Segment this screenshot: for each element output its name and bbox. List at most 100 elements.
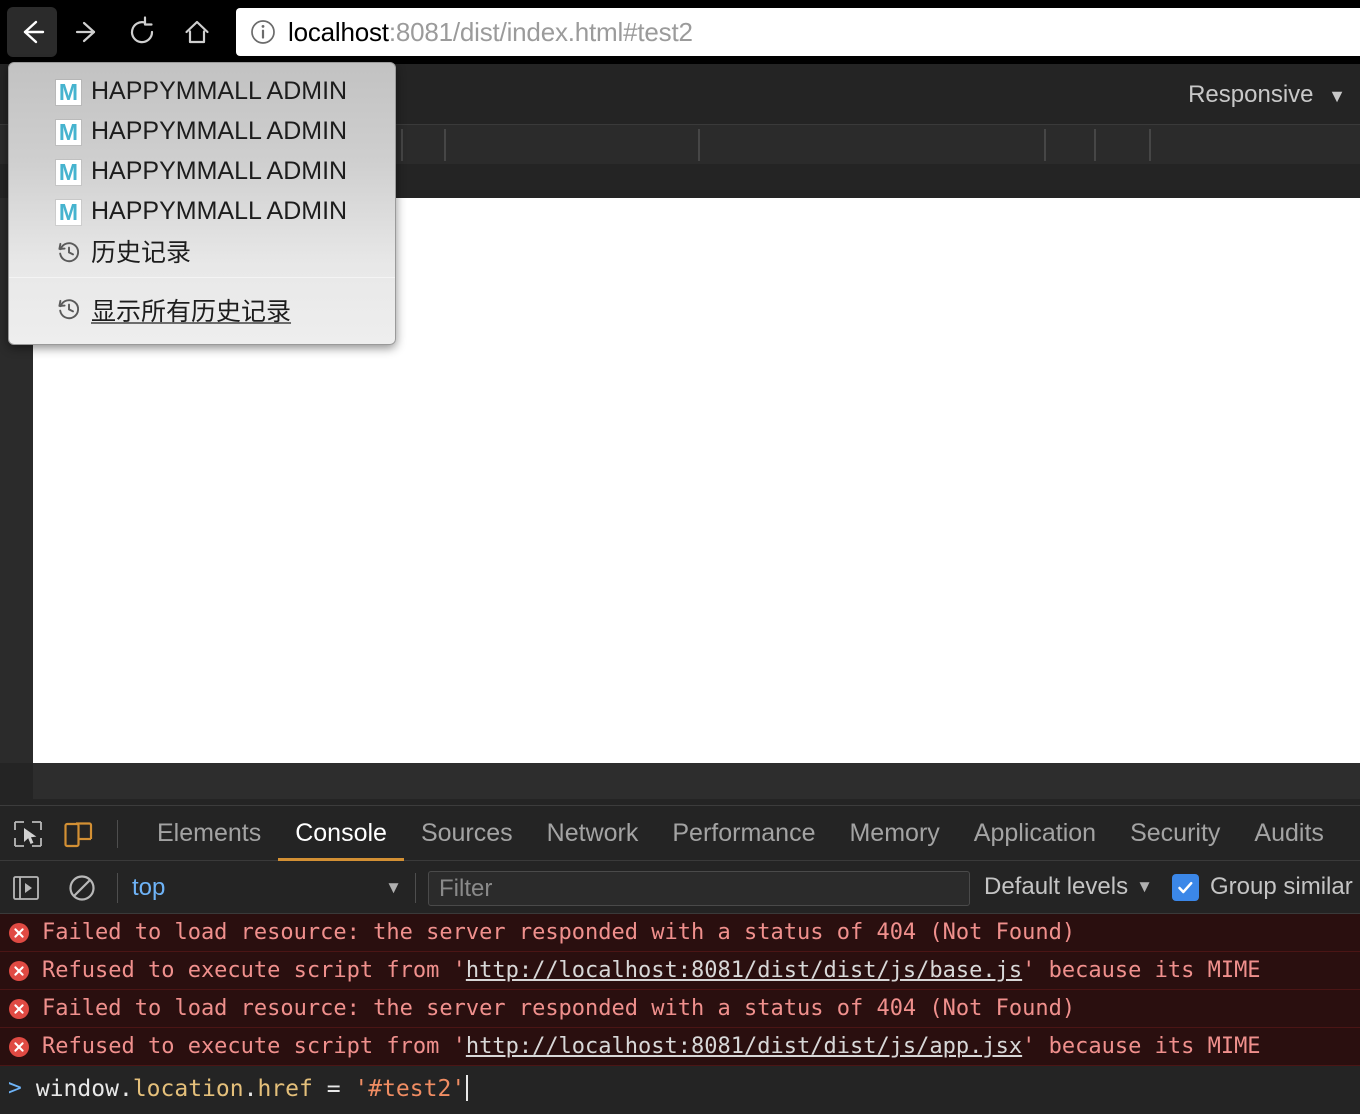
history-menu-item-label: HAPPYMMALL ADMIN [91, 196, 348, 225]
group-similar-toggle[interactable]: Group similar [1172, 873, 1353, 901]
show-all-history-label: 显示所有历史记录 [91, 298, 292, 326]
reload-button[interactable] [117, 7, 167, 57]
execute-snippet-icon[interactable] [12, 874, 42, 902]
tab-elements[interactable]: Elements [140, 806, 278, 861]
console-filter-placeholder: Filter [439, 874, 493, 902]
console-message-error[interactable]: Failed to load resource: the server resp… [0, 990, 1360, 1028]
prompt-token: . [243, 1075, 258, 1102]
prompt-token: . [118, 1075, 133, 1102]
history-menu-item[interactable]: M HAPPYMMALL ADMIN [9, 111, 395, 151]
console-message-error[interactable]: Refused to execute script from 'http://l… [0, 1028, 1360, 1066]
text-cursor [466, 1074, 469, 1101]
history-clock-icon [58, 242, 80, 263]
clear-console-icon[interactable] [67, 873, 97, 903]
favicon-letter: M [58, 159, 79, 185]
chevron-down-icon: ▼ [1136, 877, 1153, 896]
url-host: localhost [288, 16, 389, 47]
tab-application[interactable]: Application [957, 806, 1113, 861]
console-message-text: Failed to load resource: the server resp… [42, 996, 1076, 1021]
toolbar-divider [117, 820, 118, 848]
viewport-resize-handle[interactable] [33, 763, 1360, 799]
console-message-text: Failed to load resource: the server resp… [42, 920, 1076, 945]
url-path: :8081/dist/index.html#test2 [388, 16, 693, 47]
chevron-down-icon: ▼ [385, 878, 402, 897]
prompt-token: location [132, 1075, 244, 1102]
back-button-history-menu[interactable]: M HAPPYMMALL ADMIN M HAPPYMMALL ADMIN M HAPPY… [8, 62, 396, 345]
message-prefix: Refused to execute script from ' [42, 958, 466, 983]
history-menu-item-label: HAPPYMMALL ADMIN [91, 156, 348, 185]
history-menu-items: M HAPPYMMALL ADMIN M HAPPYMMALL ADMIN M HAPPY… [9, 71, 395, 271]
tab-security[interactable]: Security [1113, 806, 1237, 861]
prompt-token: window [35, 1075, 119, 1102]
checkmark-icon [1178, 881, 1193, 893]
history-menu-item[interactable]: M HAPPYMMALL ADMIN [9, 71, 395, 111]
happymmall-favicon: M [56, 200, 81, 225]
happymmall-favicon: M [56, 160, 81, 185]
message-source-link[interactable]: http://localhost:8081/dist/dist/js/base.… [466, 958, 1022, 983]
tab-audits[interactable]: Audits [1237, 806, 1340, 861]
history-menu-item[interactable]: M HAPPYMMALL ADMIN [9, 151, 395, 191]
arrow-right-icon [75, 21, 96, 43]
viewport-bottom-strip [0, 763, 1360, 805]
history-menu-item-label: HAPPYMMALL ADMIN [91, 116, 348, 145]
show-all-history-item[interactable]: 显示所有历史记录 [9, 288, 395, 332]
console-message-error[interactable]: Failed to load resource: the server resp… [0, 914, 1360, 952]
message-prefix: Refused to execute script from ' [42, 1034, 466, 1059]
chevron-down-icon: ▼ [1328, 86, 1346, 106]
toolbar-divider [444, 129, 446, 161]
tab-network[interactable]: Network [530, 806, 656, 861]
device-toolbar-icon[interactable] [63, 819, 93, 849]
forward-button[interactable] [62, 7, 112, 57]
execution-context-value: top [132, 874, 166, 901]
device-selector[interactable]: Responsive ▼ [1188, 81, 1346, 109]
home-button[interactable] [172, 7, 222, 57]
message-source-link[interactable]: http://localhost:8081/dist/dist/js/app.j… [466, 1034, 1022, 1059]
message-suffix: ' because its MIME [1022, 958, 1261, 983]
inspect-cursor-icon[interactable] [13, 820, 43, 848]
address-bar[interactable]: localhost:8081/dist/index.html#test2 [236, 8, 1360, 56]
back-button[interactable] [7, 7, 57, 57]
tab-memory[interactable]: Memory [832, 806, 956, 861]
devtools-tabbar: Elements Console Sources Network Performance… [0, 806, 1360, 861]
history-menu-item-history[interactable]: 历史记录 [9, 231, 395, 271]
favicon-letter: M [58, 199, 79, 225]
prompt-token: href [257, 1075, 313, 1102]
error-circle-icon [9, 960, 29, 981]
toolbar-divider [1044, 129, 1046, 161]
history-menu-footer: 显示所有历史记录 [9, 278, 395, 344]
happymmall-favicon: M [56, 120, 81, 145]
history-menu-item[interactable]: M HAPPYMMALL ADMIN [9, 191, 395, 231]
log-levels-selector[interactable]: Default levels ▼ [984, 873, 1153, 901]
history-menu-item-label: 历史记录 [91, 239, 192, 267]
console-message-list: Failed to load resource: the server resp… [0, 914, 1360, 1066]
toolbar-divider [117, 873, 118, 903]
info-circle-icon[interactable] [250, 19, 276, 45]
reload-icon [130, 16, 154, 44]
tab-sources[interactable]: Sources [404, 806, 530, 861]
home-icon [185, 20, 209, 44]
message-suffix: ' because its MIME [1022, 1034, 1261, 1059]
tab-console[interactable]: Console [278, 806, 404, 861]
console-message-error[interactable]: Refused to execute script from 'http://l… [0, 952, 1360, 990]
toolbar-divider [1094, 129, 1096, 161]
group-similar-checkbox[interactable] [1172, 873, 1199, 901]
toolbar-divider [1149, 129, 1151, 161]
error-circle-icon [9, 998, 29, 1019]
history-clock-icon [58, 299, 80, 320]
console-input-text[interactable]: window.location.href = '#test2' [35, 1074, 469, 1102]
console-filter-input[interactable]: Filter [428, 871, 970, 906]
console-message-text: Refused to execute script from 'http://l… [42, 958, 1261, 983]
toolbar-divider [415, 873, 416, 903]
device-selector-value: Responsive [1188, 81, 1314, 108]
error-circle-icon [9, 1036, 29, 1057]
browser-chrome: localhost:8081/dist/index.html#test2 [0, 0, 1360, 64]
error-circle-icon [9, 922, 29, 943]
tab-performance[interactable]: Performance [655, 806, 832, 861]
favicon-letter: M [58, 79, 79, 105]
devtools-panel: Elements Console Sources Network Performance… [0, 805, 1360, 1114]
happymmall-favicon: M [56, 80, 81, 105]
devtools-tab-list: Elements Console Sources Network Performance… [140, 806, 1341, 861]
arrow-left-icon [23, 20, 45, 44]
console-input-line[interactable]: > window.location.href = '#test2' [0, 1066, 1360, 1110]
execution-context-selector[interactable]: top ▼ [132, 873, 402, 903]
